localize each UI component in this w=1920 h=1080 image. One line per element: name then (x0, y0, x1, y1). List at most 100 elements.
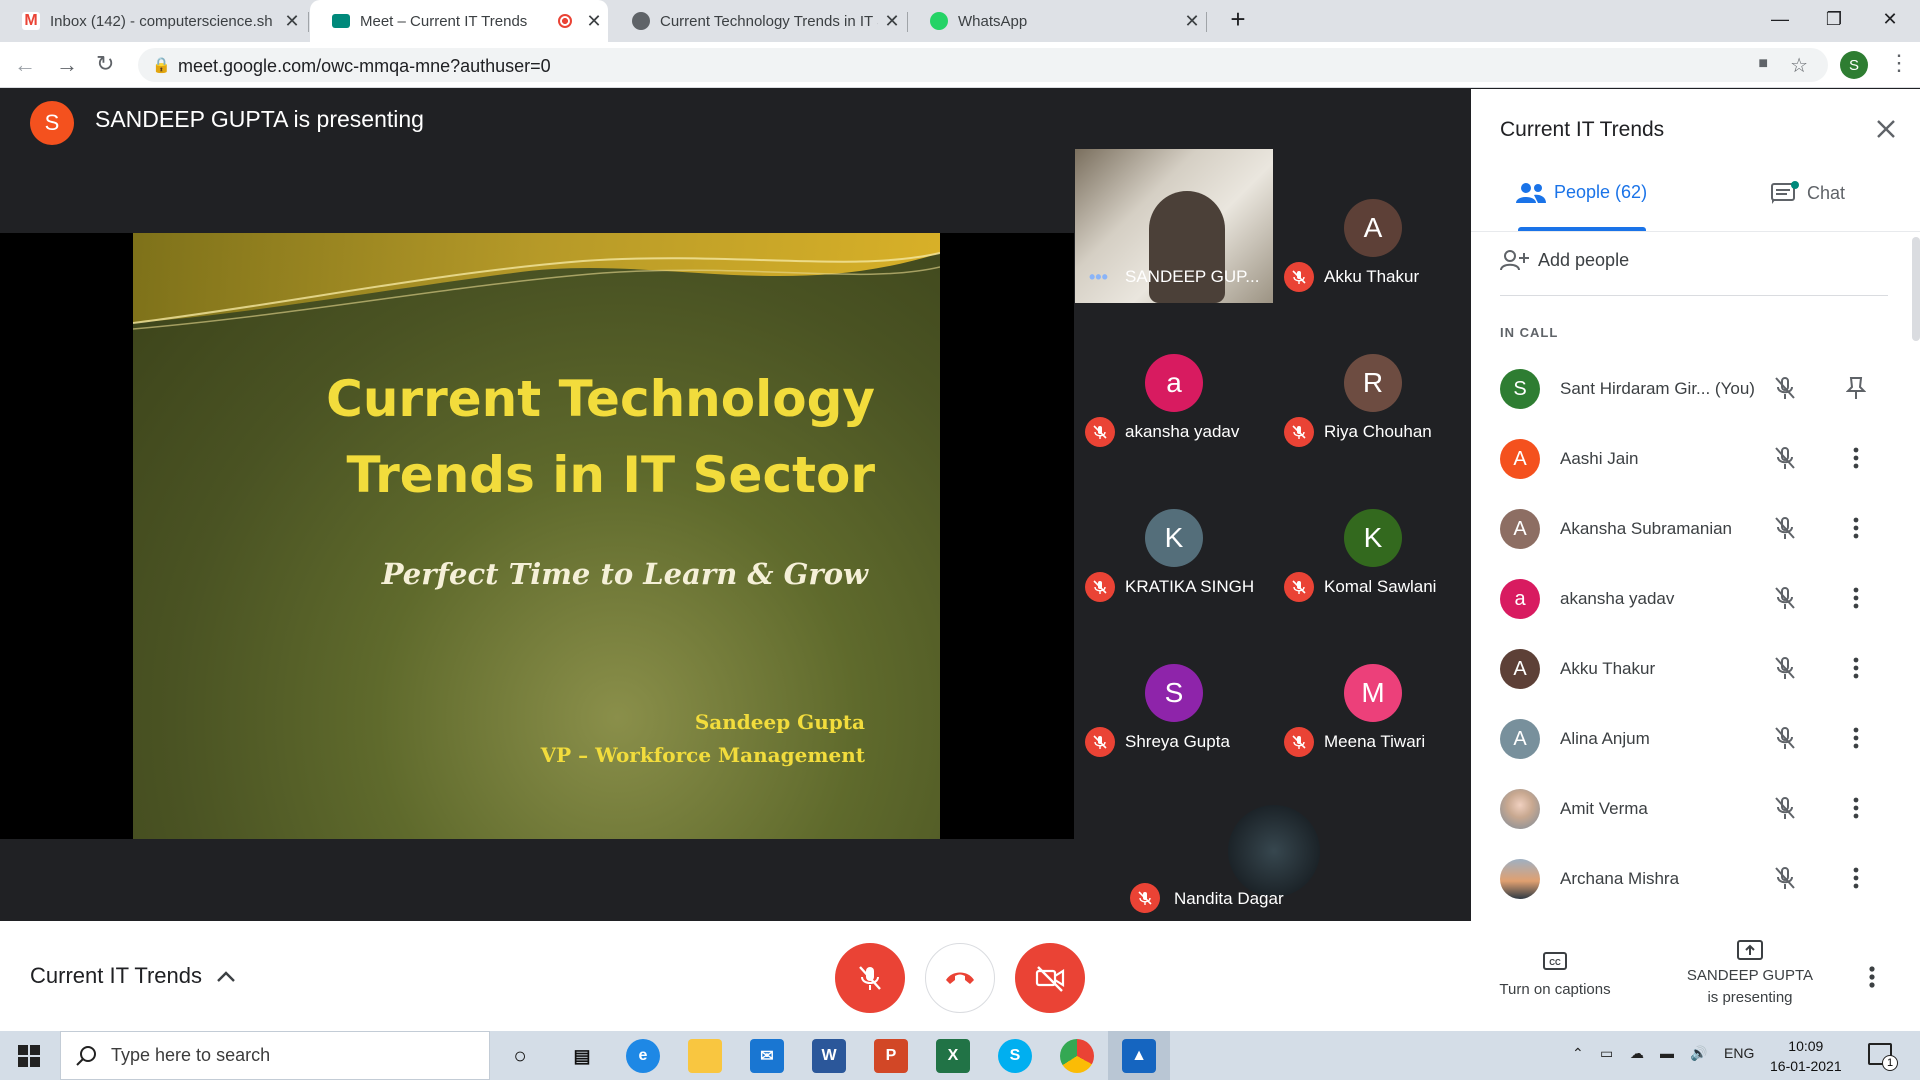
participant-tile[interactable]: S Shreya Gupta (1075, 614, 1273, 768)
tab-meet[interactable]: Meet – Current IT Trends ✕ (310, 0, 608, 42)
tab-whatsapp[interactable]: WhatsApp ✕ (908, 0, 1206, 42)
reload-icon[interactable]: ↻ (96, 51, 114, 77)
volume-icon[interactable]: 🔊 (1690, 1045, 1707, 1062)
mic-off-icon (1775, 867, 1795, 889)
participant-name: SANDEEP GUP... (1125, 267, 1260, 286)
profile-avatar[interactable]: S (1840, 51, 1868, 79)
restore-button[interactable]: ❐ (1806, 0, 1862, 38)
meeting-details-button[interactable]: Current IT Trends (30, 963, 236, 989)
participant-tile[interactable]: ••• SANDEEP GUP... (1075, 149, 1273, 303)
onedrive-icon[interactable]: ☁ (1630, 1045, 1644, 1062)
tab-chat[interactable]: Chat (1771, 181, 1845, 205)
people-icon (1516, 183, 1546, 203)
participant-name: Shreya Gupta (1125, 732, 1230, 751)
tab-gmail[interactable]: M Inbox (142) - computerscience.sh ✕ (0, 0, 306, 42)
minimize-button[interactable]: — (1752, 0, 1808, 38)
close-tab-icon[interactable]: ✕ (580, 11, 608, 32)
mic-toggle-button[interactable] (835, 943, 905, 1013)
camera-icon[interactable]: ■ (1758, 55, 1768, 73)
participant-options-button[interactable] (1841, 723, 1871, 753)
captions-button[interactable]: CC Turn on captions (1480, 951, 1630, 998)
tray-chevron-up-icon[interactable]: ⌃ (1572, 1045, 1584, 1062)
back-icon[interactable]: ← (14, 52, 36, 78)
pin-button[interactable] (1841, 373, 1871, 403)
participant-row[interactable]: a akansha yadav (1471, 565, 1901, 635)
photos-icon[interactable]: ▲ (1122, 1039, 1156, 1073)
panel-scrollbar[interactable] (1912, 237, 1920, 341)
participant-options-button[interactable] (1841, 513, 1871, 543)
input-language[interactable]: ENG (1724, 1045, 1754, 1061)
camera-toggle-button[interactable] (1015, 943, 1085, 1013)
participant-options-button[interactable] (1841, 583, 1871, 613)
close-tab-icon[interactable]: ✕ (1178, 11, 1206, 32)
participant-name: Akansha Subramanian (1560, 519, 1733, 538)
more-dots-icon[interactable]: ••• (1089, 267, 1108, 288)
mic-status (1773, 865, 1797, 896)
skype-icon[interactable]: S (998, 1039, 1032, 1073)
tab-people-label: People (62) (1554, 181, 1648, 202)
file-explorer-icon[interactable] (688, 1039, 722, 1073)
svg-text:CC: CC (1549, 958, 1561, 967)
tab-separator (1206, 12, 1207, 32)
network-icon[interactable]: ▭ (1600, 1045, 1613, 1062)
participant-row[interactable]: A Alina Anjum (1471, 705, 1901, 775)
tab-people[interactable]: People (62) (1516, 181, 1647, 203)
meeting-title: Current IT Trends (30, 963, 202, 988)
presenting-button[interactable]: SANDEEP GUPTA is presenting (1670, 939, 1830, 1009)
browser-menu-icon[interactable]: ⋮ (1888, 50, 1910, 76)
participant-avatar: A (1500, 649, 1540, 689)
participant-row[interactable]: S Sant Hirdaram Gir... (You) (1471, 355, 1901, 425)
address-bar[interactable]: 🔒 meet.google.com/owc-mmqa-mne?authuser=… (138, 48, 1828, 82)
close-tab-icon[interactable]: ✕ (878, 11, 906, 32)
participant-avatar: S (1500, 369, 1540, 409)
cortana-icon[interactable]: ○ (503, 1039, 537, 1073)
lock-icon: 🔒 (152, 57, 171, 74)
more-options-button[interactable] (1868, 965, 1876, 994)
participant-row[interactable]: A Akansha Subramanian (1471, 495, 1901, 565)
new-tab-button[interactable]: + (1210, 0, 1266, 38)
mail-icon[interactable]: ✉ (750, 1039, 784, 1073)
participant-name: Nandita Dagar (1174, 889, 1284, 908)
participant-tile[interactable]: R Riya Chouhan (1274, 304, 1472, 458)
taskbar-search[interactable]: Type here to search (60, 1031, 490, 1080)
excel-icon[interactable]: X (936, 1039, 970, 1073)
close-panel-button[interactable] (1868, 111, 1904, 147)
participant-options-button[interactable] (1841, 863, 1871, 893)
participant-options-button[interactable] (1841, 443, 1871, 473)
participant-options-button[interactable] (1841, 653, 1871, 683)
participant-options-button[interactable] (1841, 793, 1871, 823)
mic-status (1773, 585, 1797, 616)
battery-icon[interactable]: ▬ (1660, 1045, 1674, 1061)
tab-trends[interactable]: Current Technology Trends in IT S ✕ (610, 0, 906, 42)
participant-tile[interactable]: K Komal Sawlani (1274, 459, 1472, 613)
bookmark-star-icon[interactable]: ☆ (1790, 53, 1808, 78)
notification-icon[interactable]: 1 (1868, 1043, 1898, 1071)
task-view-icon[interactable]: ▤ (565, 1039, 599, 1073)
word-icon[interactable]: W (812, 1039, 846, 1073)
participant-row[interactable]: A Akku Thakur (1471, 635, 1901, 705)
participant-tile[interactable]: a akansha yadav (1075, 304, 1273, 458)
add-people-button[interactable]: Add people (1500, 249, 1629, 271)
participant-row[interactable]: Archana Mishra (1471, 845, 1901, 915)
edge-icon[interactable]: e (626, 1039, 660, 1073)
leave-call-button[interactable] (925, 943, 995, 1013)
close-window-button[interactable]: ✕ (1862, 0, 1918, 38)
powerpoint-icon[interactable]: P (874, 1039, 908, 1073)
participant-tile[interactable]: M Meena Tiwari (1274, 614, 1472, 768)
chrome-icon[interactable] (1060, 1039, 1094, 1073)
mic-off-icon (1775, 517, 1795, 539)
forward-icon[interactable]: → (56, 52, 78, 78)
participant-tile[interactable]: A Akku Thakur (1274, 149, 1472, 303)
presenter-avatar: S (30, 101, 74, 145)
start-button[interactable] (18, 1045, 40, 1072)
close-tab-icon[interactable]: ✕ (278, 11, 306, 32)
participant-row[interactable]: A Aashi Jain (1471, 425, 1901, 495)
captions-icon: CC (1543, 952, 1567, 970)
system-clock[interactable]: 10:09 16-01-2021 (1770, 1036, 1842, 1076)
participant-tile[interactable]: K KRATIKA SINGH (1075, 459, 1273, 613)
mic-off-icon (1284, 727, 1314, 757)
mic-status (1773, 655, 1797, 686)
participant-tile[interactable]: Nandita Dagar (1120, 769, 1320, 923)
participant-row[interactable]: Amit Verma (1471, 775, 1901, 845)
pin-icon (1846, 377, 1866, 399)
